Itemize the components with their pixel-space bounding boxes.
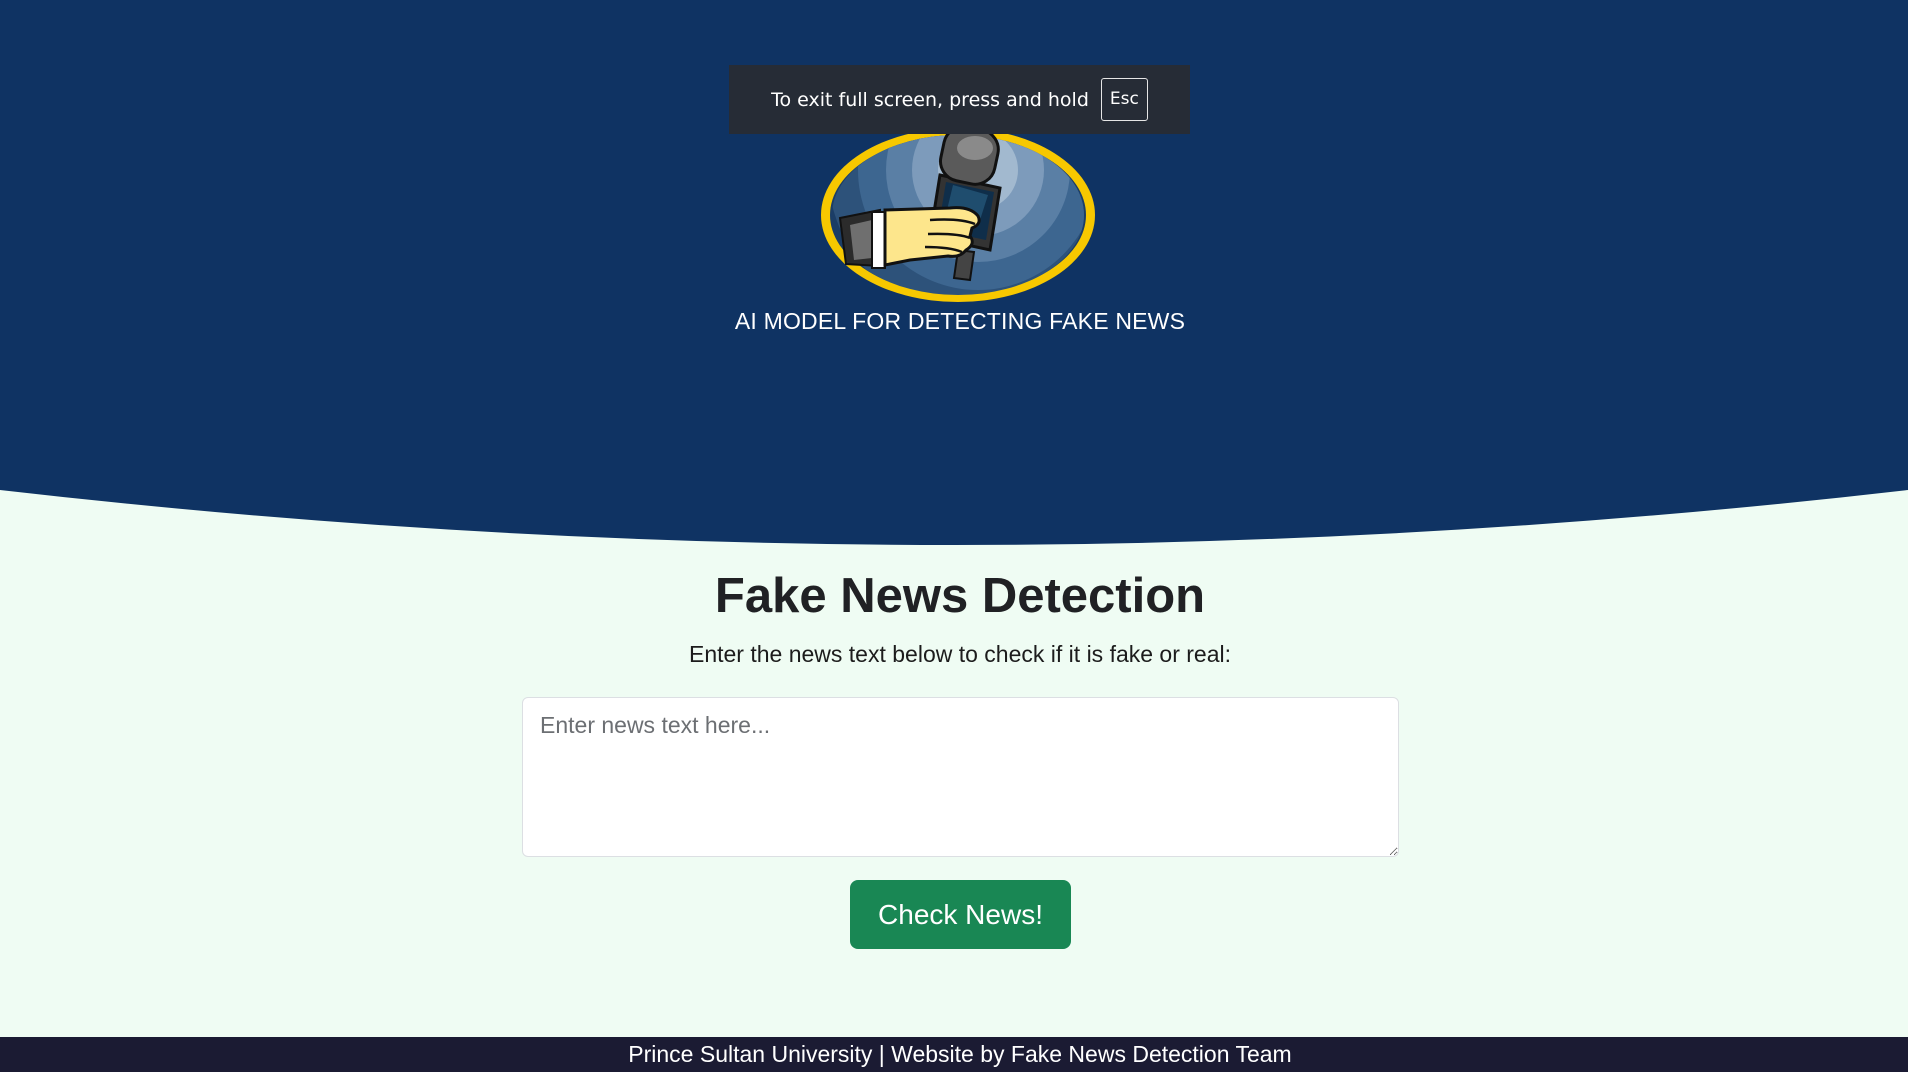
footer: Prince Sultan University | Website by Fa… xyxy=(0,1037,1908,1072)
header-tagline: AI MODEL FOR DETECTING FAKE NEWS xyxy=(734,308,1186,334)
check-news-button[interactable]: Check News! xyxy=(850,880,1071,949)
page-title: Fake News Detection xyxy=(714,569,1206,623)
esc-key-badge: Esc xyxy=(1100,78,1148,121)
fullscreen-exit-notice: To exit full screen, press and hold Esc xyxy=(729,65,1190,134)
fullscreen-notice-text: To exit full screen, press and hold xyxy=(771,88,1089,111)
news-text-input[interactable] xyxy=(522,697,1399,857)
bottom-edge xyxy=(0,1072,1908,1077)
input-instruction: Enter the news text below to check if it… xyxy=(688,641,1232,667)
footer-text: Prince Sultan University | Website by Fa… xyxy=(628,1041,1292,1067)
